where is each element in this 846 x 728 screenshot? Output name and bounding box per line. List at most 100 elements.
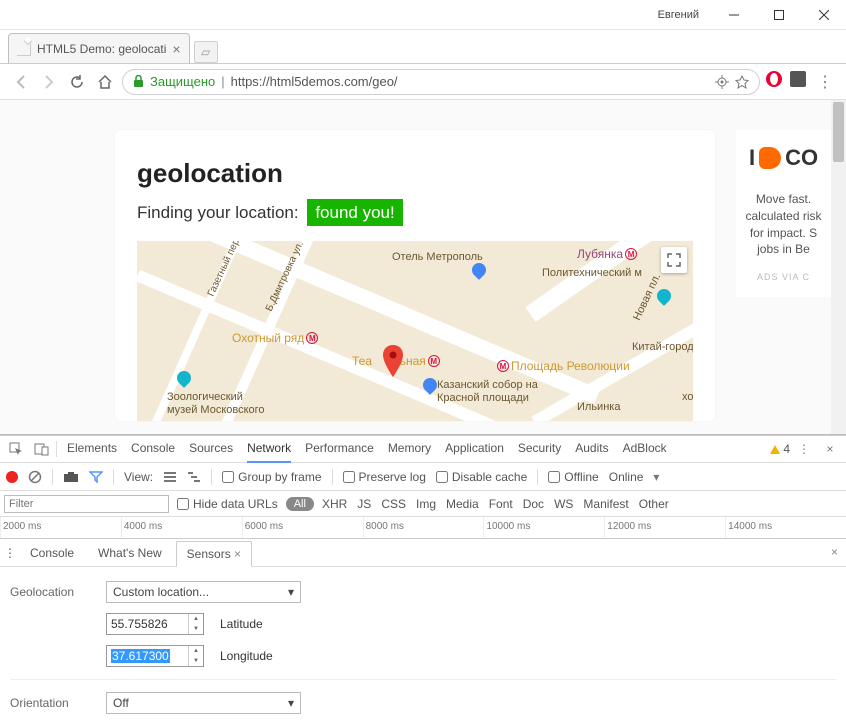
location-permission-icon[interactable]	[715, 75, 729, 89]
filter-manifest[interactable]: Manifest	[583, 497, 628, 511]
embedded-map[interactable]: Отель Метрополь ЛубянкаM Политехнический…	[137, 241, 693, 421]
drawer-tab-console[interactable]: Console	[20, 541, 84, 565]
map-marker-icon	[382, 345, 404, 379]
devtools-tab-performance[interactable]: Performance	[305, 435, 374, 463]
latitude-input[interactable]: 55.755826 ▲▼	[106, 613, 204, 635]
devtools-tabs: Elements Console Sources Network Perform…	[67, 435, 768, 463]
filter-js[interactable]: JS	[357, 497, 371, 511]
filter-font[interactable]: Font	[489, 497, 513, 511]
back-button[interactable]	[10, 71, 32, 93]
devtools-close-icon[interactable]: ×	[818, 437, 842, 461]
network-timeline[interactable]: 2000 ms 4000 ms 6000 ms 8000 ms 10000 ms…	[0, 517, 846, 539]
reload-button[interactable]	[66, 71, 88, 93]
vertical-scrollbar[interactable]	[831, 100, 846, 434]
devtools-tab-elements[interactable]: Elements	[67, 435, 117, 463]
browser-menu-button[interactable]: ⋮	[814, 71, 836, 93]
devtools-tab-adblock[interactable]: AdBlock	[623, 435, 667, 463]
devtools-tab-sources[interactable]: Sources	[189, 435, 233, 463]
geolocation-select[interactable]: Custom location...▾	[106, 581, 301, 603]
sidebar-ad[interactable]: I CO Move fast. calculated risk for impa…	[736, 130, 831, 297]
clear-button[interactable]	[28, 470, 42, 484]
bookmark-star-icon[interactable]	[735, 75, 749, 89]
filter-toggle-icon[interactable]	[89, 471, 103, 483]
maximize-button[interactable]	[756, 0, 801, 29]
latitude-label: Latitude	[220, 617, 263, 631]
devtools-tab-security[interactable]: Security	[518, 435, 561, 463]
devtools-tab-application[interactable]: Application	[445, 435, 504, 463]
window-titlebar: Евгений	[0, 0, 846, 30]
map-label: Китай-город	[632, 341, 693, 353]
secure-label: Защищено	[150, 74, 215, 89]
disable-cache-checkbox[interactable]: Disable cache	[436, 470, 527, 484]
map-label: Казанский собор на	[437, 379, 538, 391]
map-station: Охотный ряд M	[232, 331, 318, 345]
map-label: Политехнический м	[542, 267, 642, 279]
filter-doc[interactable]: Doc	[523, 497, 544, 511]
drawer-menu-icon[interactable]: ⋮	[4, 546, 16, 560]
longitude-stepper[interactable]: ▲▼	[188, 646, 203, 666]
close-window-button[interactable]	[801, 0, 846, 29]
omnibox[interactable]: Защищено | https://html5demos.com/geo/	[122, 69, 760, 95]
drawer-tabstrip: ⋮ Console What's New Sensors × ×	[0, 539, 846, 567]
tab-close-icon[interactable]: ×	[172, 41, 180, 57]
home-button[interactable]	[94, 71, 116, 93]
filter-css[interactable]: CSS	[381, 497, 406, 511]
map-label: хорал	[682, 391, 693, 403]
url-text: https://html5demos.com/geo/	[231, 74, 398, 89]
filter-all-pill[interactable]: All	[286, 497, 314, 511]
play-icon	[759, 147, 781, 169]
filter-img[interactable]: Img	[416, 497, 436, 511]
devtools-tab-memory[interactable]: Memory	[388, 435, 431, 463]
opera-extension-icon[interactable]	[766, 71, 782, 87]
address-toolbar: Защищено | https://html5demos.com/geo/ ⋮	[0, 64, 846, 100]
network-toolbar: View: Group by frame Preserve log Disabl…	[0, 463, 846, 491]
warning-icon	[770, 445, 780, 454]
filter-ws[interactable]: WS	[554, 497, 573, 511]
browser-tab[interactable]: HTML5 Demo: geolocati ×	[8, 33, 190, 63]
drawer-tab-sensors[interactable]: Sensors ×	[176, 541, 252, 567]
geolocation-label: Geolocation	[10, 585, 88, 599]
inspect-element-icon[interactable]	[4, 437, 28, 461]
longitude-input[interactable]: 37.617300 ▲▼	[106, 645, 204, 667]
devtools-menu-icon[interactable]: ⋮	[792, 437, 816, 461]
map-station: MПлощадь Революции	[497, 359, 630, 373]
warnings-indicator[interactable]: 4	[770, 442, 790, 456]
throttling-chevron-icon[interactable]: ▾	[653, 470, 659, 484]
waterfall-icon[interactable]	[187, 471, 201, 483]
record-button[interactable]	[6, 471, 18, 483]
new-tab-button[interactable]: ▱	[194, 41, 218, 63]
windows-username: Евгений	[658, 9, 699, 21]
offline-checkbox[interactable]: Offline	[548, 470, 598, 484]
group-by-frame-checkbox[interactable]: Group by frame	[222, 470, 321, 484]
orientation-select[interactable]: Off▾	[106, 692, 301, 714]
drawer-close-icon[interactable]: ×	[831, 545, 838, 559]
large-rows-icon[interactable]	[163, 471, 177, 483]
demo-card: geolocation Finding your location: found…	[115, 130, 715, 421]
network-filter-bar: Hide data URLs All XHR JS CSS Img Media …	[0, 491, 846, 517]
map-fullscreen-button[interactable]	[661, 247, 687, 273]
toggle-device-icon[interactable]	[30, 437, 54, 461]
view-label: View:	[124, 470, 153, 484]
filter-other[interactable]: Other	[639, 497, 669, 511]
hide-data-urls-checkbox[interactable]: Hide data URLs	[177, 497, 278, 511]
forward-button[interactable]	[38, 71, 60, 93]
devtools-tab-audits[interactable]: Audits	[575, 435, 608, 463]
page-favicon-icon	[17, 42, 31, 56]
drawer-tab-whatsnew[interactable]: What's New	[88, 541, 172, 565]
latitude-stepper[interactable]: ▲▼	[188, 614, 203, 634]
extension-icon[interactable]	[790, 71, 806, 87]
filter-media[interactable]: Media	[446, 497, 479, 511]
capture-screenshots-icon[interactable]	[63, 471, 79, 483]
filter-xhr[interactable]: XHR	[322, 497, 347, 511]
preserve-log-checkbox[interactable]: Preserve log	[343, 470, 426, 484]
map-label: Красной площади	[437, 392, 529, 404]
browser-tabstrip: HTML5 Demo: geolocati × ▱	[0, 30, 846, 64]
minimize-button[interactable]	[711, 0, 756, 29]
tab-title: HTML5 Demo: geolocati	[37, 42, 166, 56]
throttling-select[interactable]: Online	[609, 470, 644, 484]
network-filter-input[interactable]	[4, 495, 169, 513]
tab-close-icon[interactable]: ×	[234, 547, 241, 561]
page-heading: geolocation	[137, 158, 693, 189]
devtools-tab-console[interactable]: Console	[131, 435, 175, 463]
devtools-tab-network[interactable]: Network	[247, 435, 291, 463]
